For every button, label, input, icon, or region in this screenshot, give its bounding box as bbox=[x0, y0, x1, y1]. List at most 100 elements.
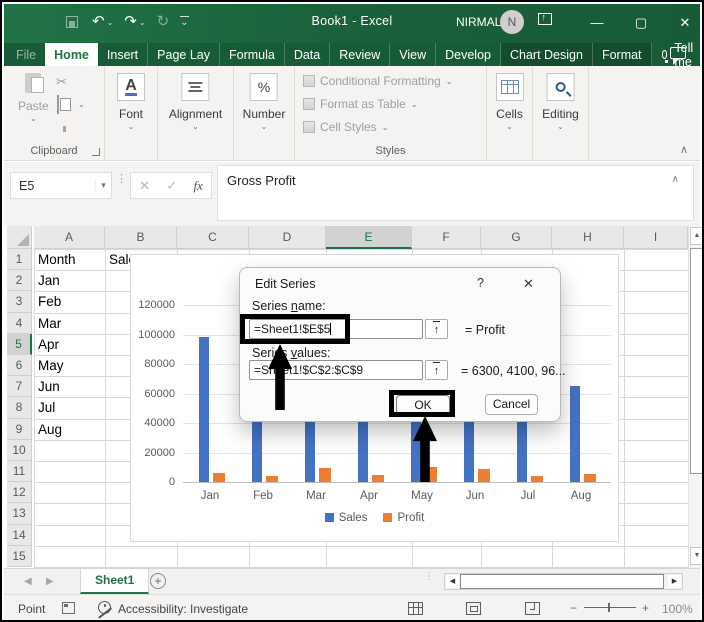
horizontal-scrollbar-thumb[interactable] bbox=[460, 574, 664, 589]
sheet-tab-sheet1[interactable]: Sheet1 bbox=[80, 569, 149, 594]
column-header-G[interactable]: G bbox=[481, 226, 552, 249]
cell-A4[interactable]: Mar bbox=[34, 313, 105, 334]
column-header-B[interactable]: B bbox=[105, 226, 177, 249]
formula-bar-expand-icon[interactable]: ∧ bbox=[672, 174, 679, 185]
formula-cancel-icon[interactable]: ✕ bbox=[139, 178, 150, 194]
cut-icon[interactable]: ✂ bbox=[56, 74, 67, 90]
row-header-15[interactable]: 15 bbox=[7, 546, 32, 567]
alignment-button[interactable]: Alignment ⌄ bbox=[169, 73, 222, 131]
sales-bar-Feb[interactable] bbox=[252, 416, 262, 482]
row-header-2[interactable]: 2 bbox=[7, 270, 32, 291]
ribbon-tab-develop[interactable]: Develop bbox=[436, 43, 501, 66]
paste-button[interactable]: Paste ⌄ bbox=[18, 73, 49, 123]
row-header-6[interactable]: 6 bbox=[7, 355, 32, 376]
comment-icon[interactable] bbox=[670, 47, 686, 59]
row-header-11[interactable]: 11 bbox=[7, 461, 32, 482]
profit-bar-Apr[interactable] bbox=[372, 475, 384, 482]
row-header-1[interactable]: 1 bbox=[7, 249, 32, 270]
cell-A8[interactable]: Jul bbox=[34, 397, 105, 418]
formula-input[interactable]: Gross Profit ∧ bbox=[217, 165, 694, 221]
font-button[interactable]: A Font ⌄ bbox=[117, 73, 145, 131]
row-header-3[interactable]: 3 bbox=[7, 291, 32, 312]
ribbon-tab-insert[interactable]: Insert bbox=[98, 43, 148, 66]
cell-A6[interactable]: May bbox=[34, 355, 105, 376]
column-header-H[interactable]: H bbox=[552, 226, 624, 249]
cell-A1[interactable]: Month bbox=[34, 249, 105, 270]
format-as-table-button[interactable]: Format as Table⌄ bbox=[303, 97, 486, 111]
formula-enter-icon[interactable]: ✓ bbox=[166, 178, 177, 194]
copy-dropdown-icon[interactable]: ⌄ bbox=[78, 100, 85, 109]
zoom-out-icon[interactable]: − bbox=[570, 601, 577, 615]
zoom-in-icon[interactable]: + bbox=[642, 601, 649, 615]
select-all-button[interactable] bbox=[7, 226, 32, 249]
copy-icon[interactable] bbox=[57, 95, 59, 114]
cell-A3[interactable]: Feb bbox=[34, 291, 105, 312]
macro-record-icon[interactable] bbox=[62, 602, 75, 614]
ribbon-tab-review[interactable]: Review bbox=[330, 43, 390, 66]
cell-A9[interactable]: Aug bbox=[34, 419, 105, 440]
profit-bar-Jul[interactable] bbox=[531, 476, 543, 482]
row-header-10[interactable]: 10 bbox=[7, 440, 32, 461]
page-layout-view-icon[interactable] bbox=[466, 602, 481, 615]
scroll-down-icon[interactable]: ▼ bbox=[690, 547, 704, 565]
zoom-slider-thumb[interactable] bbox=[608, 603, 610, 612]
sales-bar-Apr[interactable] bbox=[358, 416, 368, 482]
ribbon-tab-formula[interactable]: Formula bbox=[220, 43, 285, 66]
ribbon-tab-chart-design[interactable]: Chart Design bbox=[501, 43, 593, 66]
sales-bar-Jan[interactable] bbox=[199, 337, 209, 482]
new-sheet-button[interactable]: + bbox=[150, 573, 166, 589]
row-header-9[interactable]: 9 bbox=[7, 419, 32, 440]
name-box[interactable]: E5 ▾ bbox=[10, 172, 112, 199]
page-break-view-icon[interactable] bbox=[525, 602, 540, 615]
clipboard-dialog-launcher-icon[interactable] bbox=[92, 148, 100, 156]
dialog-help-icon[interactable]: ? bbox=[477, 276, 484, 290]
scrollbar-resize-dots[interactable]: ⋮ bbox=[424, 574, 434, 579]
cancel-button[interactable]: Cancel bbox=[485, 394, 538, 415]
vertical-scrollbar[interactable]: ▲ ▼ bbox=[688, 226, 704, 568]
scroll-left-icon[interactable]: ◀ bbox=[446, 575, 459, 588]
account-name[interactable]: NIRMAL bbox=[456, 15, 501, 29]
vertical-scrollbar-thumb[interactable] bbox=[690, 248, 703, 474]
sales-bar-Aug[interactable] bbox=[570, 386, 580, 482]
cell-A7[interactable]: Jun bbox=[34, 376, 105, 397]
minimize-button[interactable]: — bbox=[582, 12, 612, 34]
ribbon-tab-format[interactable]: Format bbox=[593, 43, 652, 66]
profit-bar-Feb[interactable] bbox=[266, 476, 278, 482]
ribbon-tab-file[interactable]: File bbox=[4, 43, 45, 66]
normal-view-icon[interactable] bbox=[408, 602, 423, 615]
series-name-range-selector-button[interactable]: ↑ bbox=[425, 319, 448, 339]
cell-styles-button[interactable]: Cell Styles⌄ bbox=[303, 120, 486, 134]
column-header-I[interactable]: I bbox=[624, 226, 688, 249]
cells-button[interactable]: Cells ⌄ bbox=[496, 73, 524, 131]
ribbon-display-options-icon[interactable] bbox=[538, 13, 552, 25]
row-header-8[interactable]: 8 bbox=[7, 397, 32, 418]
scroll-right-icon[interactable]: ▶ bbox=[668, 575, 681, 588]
profit-bar-Mar[interactable] bbox=[319, 468, 331, 482]
profit-bar-Jan[interactable] bbox=[213, 473, 225, 482]
row-header-5[interactable]: 5 bbox=[7, 334, 32, 355]
insert-function-icon[interactable]: fx bbox=[193, 178, 202, 194]
accessibility-status[interactable]: Accessibility: Investigate bbox=[118, 602, 248, 616]
sales-bar-Mar[interactable] bbox=[305, 416, 315, 482]
close-button[interactable]: ✕ bbox=[670, 12, 700, 34]
formula-bar-resize-dots[interactable]: ⋮ bbox=[116, 176, 127, 182]
zoom-level[interactable]: 100% bbox=[662, 602, 693, 616]
sales-bar-Jun[interactable] bbox=[464, 416, 474, 482]
ribbon-tab-home[interactable]: Home bbox=[45, 43, 98, 66]
column-header-A[interactable]: A bbox=[34, 226, 105, 249]
collapse-ribbon-icon[interactable]: ∧ bbox=[680, 143, 688, 156]
horizontal-scrollbar[interactable]: ◀ ▶ bbox=[444, 573, 683, 590]
prev-sheet-icon[interactable]: ◀ bbox=[24, 576, 32, 587]
profit-bar-Jun[interactable] bbox=[478, 469, 490, 482]
cell-A2[interactable]: Jan bbox=[34, 270, 105, 291]
ribbon-tab-page-lay[interactable]: Page Lay bbox=[148, 43, 220, 66]
row-header-12[interactable]: 12 bbox=[7, 482, 32, 503]
conditional-formatting-button[interactable]: Conditional Formatting⌄ bbox=[303, 74, 486, 88]
sales-bar-Jul[interactable] bbox=[517, 416, 527, 482]
ribbon-tab-data[interactable]: Data bbox=[285, 43, 330, 66]
column-header-C[interactable]: C bbox=[177, 226, 249, 249]
name-box-dropdown-icon[interactable]: ▾ bbox=[95, 180, 111, 191]
row-header-14[interactable]: 14 bbox=[7, 525, 32, 546]
column-header-E[interactable]: E bbox=[326, 226, 412, 249]
cell-A5[interactable]: Apr bbox=[34, 334, 105, 355]
